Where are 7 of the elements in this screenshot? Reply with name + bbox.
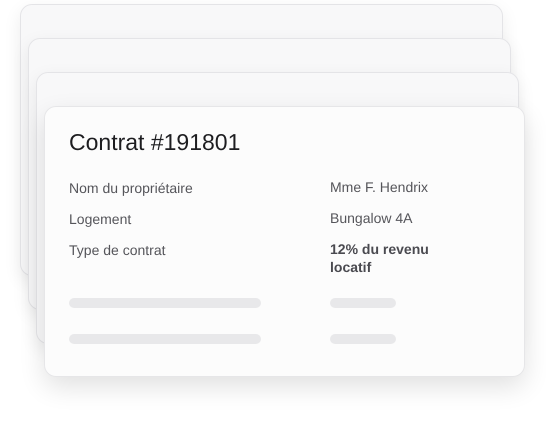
field-label: Type de contrat xyxy=(69,241,167,260)
field-value: 12% du revenu locatif xyxy=(330,240,430,276)
field-value: Bungalow 4A xyxy=(330,209,414,228)
field-label: Nom du propriétaire xyxy=(69,179,194,198)
card-title: Contrat #191801 xyxy=(69,129,242,156)
field-label: Logement xyxy=(69,210,132,229)
field-value: Mme F. Hendrix xyxy=(330,178,430,197)
